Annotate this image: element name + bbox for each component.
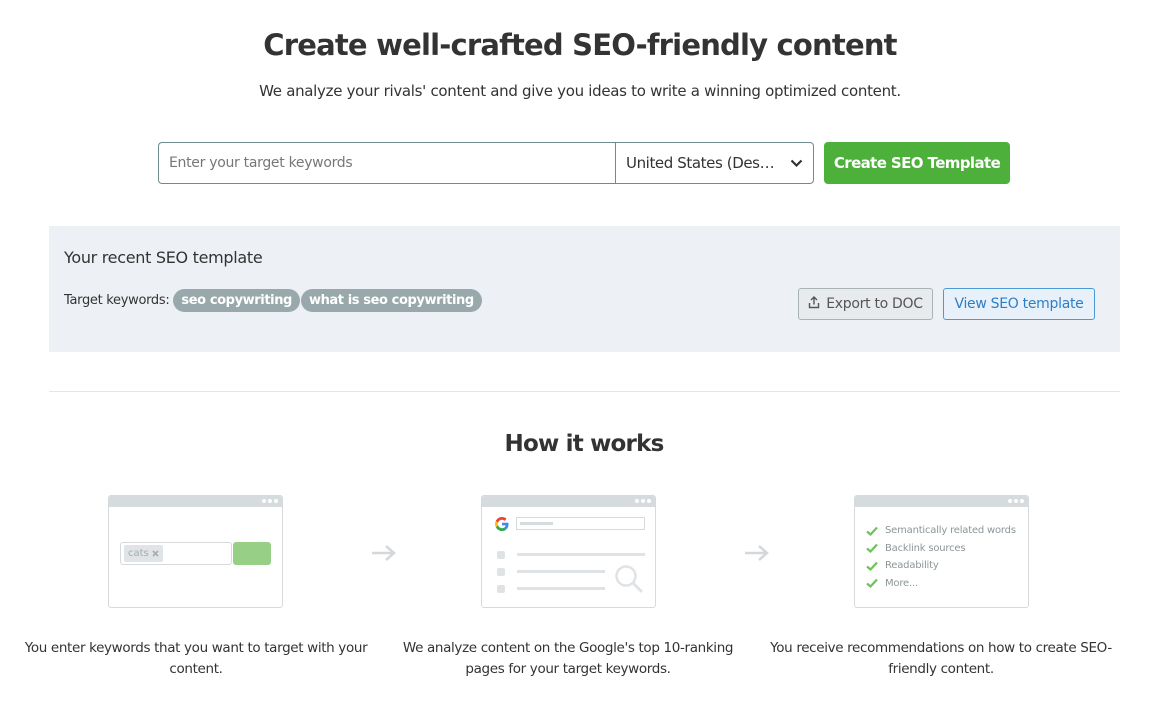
result-bullet — [497, 551, 505, 559]
window-dots-icon — [1008, 499, 1024, 503]
result-line — [517, 587, 605, 590]
illustration-search-bar — [516, 517, 645, 530]
illustration-keyword-chip: cats — [124, 545, 163, 562]
checklist-item: More... — [866, 575, 1016, 593]
recent-template-panel: Your recent SEO template Target keywords… — [49, 226, 1120, 352]
step-description: We analyze content on the Google's top 1… — [402, 640, 734, 677]
create-seo-template-button[interactable]: Create SEO Template — [824, 142, 1010, 184]
checklist-item: Readability — [866, 557, 1016, 575]
recommendations-illustration: Semantically related words Backlink sour… — [854, 495, 1029, 608]
recommendations-checklist: Semantically related words Backlink sour… — [866, 522, 1016, 592]
check-icon — [866, 561, 878, 571]
export-to-doc-button[interactable]: Export to DOC — [798, 288, 933, 320]
country-select-value: United States (Des… — [626, 154, 775, 172]
window-title-bar — [109, 496, 282, 507]
keywords-input[interactable] — [158, 142, 615, 184]
result-line — [517, 570, 605, 573]
window-title-bar — [855, 496, 1028, 507]
chevron-down-icon — [789, 156, 803, 170]
result-line — [517, 553, 645, 556]
check-icon — [866, 544, 878, 554]
keyword-chip: what is seo copywriting — [300, 289, 482, 312]
export-to-doc-label: Export to DOC — [826, 296, 923, 312]
target-keywords-row: Target keywords: seo copywriting what is… — [64, 289, 483, 312]
step-description: You enter keywords that you want to targ… — [24, 640, 368, 677]
arrow-right-icon — [745, 545, 769, 561]
google-logo-icon — [495, 517, 509, 531]
illustration-button — [233, 542, 271, 565]
view-seo-template-button[interactable]: View SEO template — [943, 288, 1095, 320]
page-title: Create well-crafted SEO-friendly content — [263, 28, 897, 62]
arrow-right-icon — [372, 545, 396, 561]
recent-template-title: Your recent SEO template — [64, 248, 263, 267]
target-keywords-label: Target keywords: — [64, 293, 170, 308]
window-dots-icon — [635, 499, 651, 503]
window-title-bar — [482, 496, 655, 507]
illustration-input: cats — [120, 542, 232, 565]
window-dots-icon — [262, 499, 278, 503]
checklist-item: Backlink sources — [866, 540, 1016, 558]
page-subtitle: We analyze your rivals' content and give… — [259, 82, 901, 100]
country-select[interactable]: United States (Des… — [615, 142, 814, 184]
keyword-input-illustration: cats — [108, 495, 283, 608]
magnifier-icon — [615, 565, 643, 593]
result-bullet — [497, 585, 505, 593]
checklist-item: Semantically related words — [866, 522, 1016, 540]
keyword-chip: seo copywriting — [173, 289, 300, 312]
close-icon — [152, 550, 159, 557]
how-it-works-title: How it works — [504, 431, 665, 457]
check-icon — [866, 579, 878, 589]
result-bullet — [497, 568, 505, 576]
check-icon — [866, 526, 878, 536]
step-description: You receive recommendations on how to cr… — [770, 640, 1112, 677]
google-results-illustration — [481, 495, 656, 608]
search-form: United States (Des… Create SEO Template — [158, 142, 1010, 184]
section-divider — [49, 391, 1120, 392]
export-icon — [808, 295, 820, 313]
